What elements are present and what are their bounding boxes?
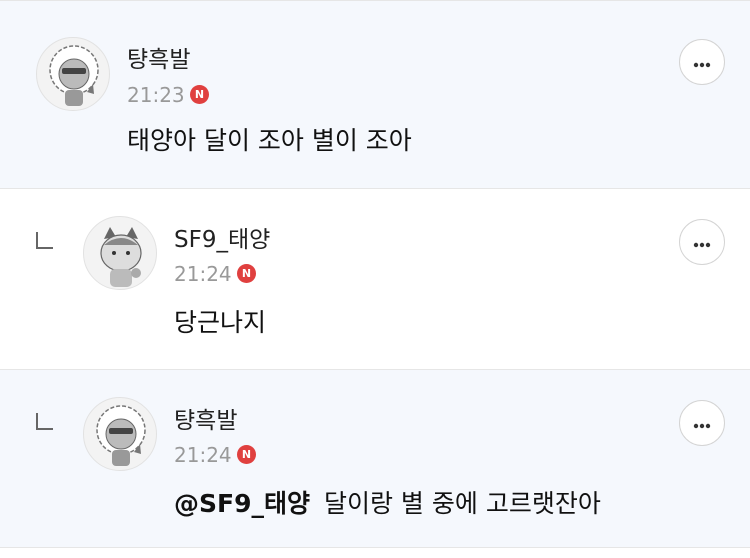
comment-author[interactable]: 턍흑발: [174, 410, 237, 433]
new-badge: N: [237, 264, 256, 283]
reply-arrow-icon: [36, 232, 53, 249]
new-badge: N: [190, 85, 209, 104]
reply-comment-item: SF9_태양 21:24 N 당근나지: [0, 189, 750, 370]
more-options-icon: [693, 53, 711, 72]
more-options-button[interactable]: [679, 219, 725, 265]
new-badge: N: [237, 445, 256, 464]
comment-text: 당근나지: [174, 308, 267, 337]
curly-hair-character-avatar-icon: [96, 405, 146, 466]
comment-time: 21:23: [127, 83, 185, 107]
curly-hair-character-avatar-icon: [49, 45, 99, 106]
avatar[interactable]: [83, 397, 157, 471]
comment-body: 달이랑 별 중에 고르랫잔아: [323, 489, 601, 518]
reply-arrow-icon: [36, 413, 53, 430]
more-options-icon: [693, 233, 711, 252]
more-options-icon: [693, 414, 711, 433]
cat-character-avatar-icon: [100, 227, 142, 287]
comment-text: 태양아 달이 조아 별이 조아: [127, 126, 412, 155]
reply-comment-item: 턍흑발 21:24 N @SF9_태양 달이랑 별 중에 고르랫잔아: [0, 370, 750, 548]
more-options-button[interactable]: [679, 400, 725, 446]
comment-time: 21:24: [174, 443, 232, 467]
avatar[interactable]: [83, 216, 157, 290]
more-options-button[interactable]: [679, 39, 725, 85]
comment-item: 턍흑발 21:23 N 태양아 달이 조아 별이 조아: [0, 0, 750, 189]
comment-time: 21:24: [174, 262, 232, 286]
comment-author[interactable]: SF9_태양: [174, 229, 270, 252]
mention-link[interactable]: @SF9_태양: [174, 489, 310, 518]
avatar[interactable]: [36, 37, 110, 111]
comment-list: 턍흑발 21:23 N 태양아 달이 조아 별이 조아 SF9_태양 21:24…: [0, 0, 750, 558]
comment-text: @SF9_태양 달이랑 별 중에 고르랫잔아: [174, 491, 601, 516]
comment-author[interactable]: 턍흑발: [127, 49, 190, 72]
